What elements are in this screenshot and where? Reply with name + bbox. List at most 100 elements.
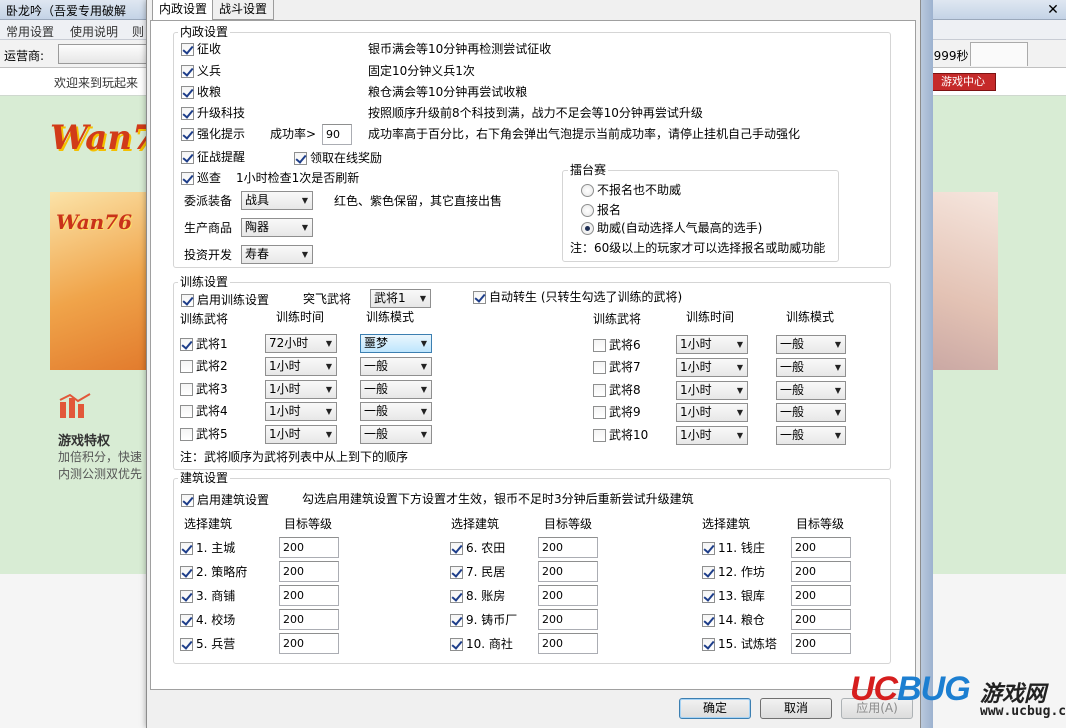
general-time-select[interactable]: 1小时 — [676, 335, 748, 354]
checkbox-tech[interactable] — [181, 107, 194, 120]
menu-help[interactable]: 使用说明 — [70, 23, 118, 40]
checkbox-building-2[interactable] — [180, 566, 193, 579]
produce-select[interactable]: 陶器 — [241, 218, 313, 237]
building-level-input[interactable]: 200 — [538, 585, 598, 606]
checkbox-war-remind[interactable] — [181, 151, 194, 164]
arena-option-signup[interactable] — [581, 204, 594, 217]
general-time-select[interactable]: 1小时 — [265, 402, 337, 421]
arena-option-cheer[interactable] — [581, 222, 594, 235]
menu-extra[interactable]: 则 — [132, 23, 144, 40]
building-level-input[interactable]: 200 — [791, 537, 851, 558]
general-time-select[interactable]: 1小时 — [676, 426, 748, 445]
checkbox-general-3[interactable] — [180, 383, 193, 396]
checkbox-building-7[interactable] — [450, 566, 463, 579]
building-level-input[interactable]: 200 — [791, 561, 851, 582]
enable-training-label: 启用训练设置 — [197, 293, 270, 307]
checkbox-general-6[interactable] — [593, 339, 606, 352]
ok-button[interactable]: 确定 — [679, 698, 751, 719]
checkbox-enable-building[interactable] — [181, 494, 194, 507]
building-level-input[interactable]: 200 — [279, 561, 339, 582]
checkbox-building-8[interactable] — [450, 590, 463, 603]
building-level-input[interactable]: 200 — [538, 561, 598, 582]
close-icon[interactable]: ✕ — [1040, 0, 1066, 20]
general-mode-select[interactable]: 一般 — [776, 335, 846, 354]
tab-battle[interactable]: 战斗设置 — [212, 0, 275, 20]
building-level-input[interactable]: 200 — [279, 633, 339, 654]
breakthrough-select[interactable]: 武将1 — [370, 289, 431, 308]
checkbox-militia[interactable] — [181, 65, 194, 78]
checkbox-building-6[interactable] — [450, 542, 463, 555]
game-banner-right[interactable] — [922, 192, 998, 370]
invest-label: 投资开发 — [184, 248, 233, 262]
checkbox-building-11[interactable] — [702, 542, 715, 555]
checkbox-building-1[interactable] — [180, 542, 193, 555]
general-mode-select[interactable]: 一般 — [776, 426, 846, 445]
general-time-select[interactable]: 1小时 — [676, 381, 748, 400]
general-mode-select[interactable]: 一般 — [776, 358, 846, 377]
general-time-select[interactable]: 1小时 — [676, 358, 748, 377]
tab-interior[interactable]: 内政设置 — [152, 0, 215, 21]
checkbox-auto-rebirth[interactable] — [473, 291, 486, 304]
invest-select[interactable]: 寿春 — [241, 245, 313, 264]
checkbox-building-13[interactable] — [702, 590, 715, 603]
general-mode-select[interactable]: 一般 — [776, 381, 846, 400]
building-label: 1. 主城 — [196, 541, 236, 555]
general-time-select[interactable]: 1小时 — [265, 380, 337, 399]
checkbox-general-2[interactable] — [180, 360, 193, 373]
checkbox-grain[interactable] — [181, 86, 194, 99]
building-level-input[interactable]: 200 — [279, 537, 339, 558]
checkbox-building-10[interactable] — [450, 638, 463, 651]
general-mode-select[interactable]: 一般 — [360, 380, 432, 399]
building-level-input[interactable]: 200 — [279, 609, 339, 630]
checkbox-building-3[interactable] — [180, 590, 193, 603]
checkbox-building-9[interactable] — [450, 614, 463, 627]
checkbox-general-4[interactable] — [180, 405, 193, 418]
building-level-input[interactable]: 200 — [279, 585, 339, 606]
general-mode-select[interactable]: 噩梦 — [360, 334, 432, 353]
general-time-select[interactable]: 72小时 — [265, 334, 337, 353]
building-level-input[interactable]: 200 — [538, 609, 598, 630]
general-time-select[interactable]: 1小时 — [676, 403, 748, 422]
general-mode-select[interactable]: 一般 — [360, 425, 432, 444]
building-level-input[interactable]: 200 — [538, 537, 598, 558]
building-level-input[interactable]: 200 — [791, 585, 851, 606]
checkbox-building-5[interactable] — [180, 638, 193, 651]
building-level-input[interactable]: 200 — [791, 609, 851, 630]
game-center-button[interactable]: 游戏中心 — [930, 73, 996, 91]
checkbox-online-reward[interactable] — [294, 152, 307, 165]
militia-desc: 固定10分钟义兵1次 — [368, 64, 475, 78]
checkbox-building-12[interactable] — [702, 566, 715, 579]
assign-equip-desc: 红色、紫色保留，其它直接出售 — [334, 194, 503, 208]
operator-select[interactable] — [58, 44, 153, 64]
checkbox-general-5[interactable] — [180, 428, 193, 441]
checkbox-building-4[interactable] — [180, 614, 193, 627]
checkbox-general-1[interactable] — [180, 338, 193, 351]
checkbox-general-7[interactable] — [593, 361, 606, 374]
assign-equip-select[interactable]: 战具 — [241, 191, 313, 210]
checkbox-collect[interactable] — [181, 43, 194, 56]
cancel-button[interactable]: 取消 — [760, 698, 832, 719]
building-label: 15. 试炼塔 — [718, 637, 777, 651]
menu-common-settings[interactable]: 常用设置 — [6, 23, 54, 40]
general-mode-select[interactable]: 一般 — [360, 357, 432, 376]
general-time-select[interactable]: 1小时 — [265, 357, 337, 376]
success-rate-input[interactable]: 90 — [322, 124, 352, 145]
building-label: 11. 钱庄 — [718, 541, 765, 555]
general-mode-select[interactable]: 一般 — [776, 403, 846, 422]
general-mode-select[interactable]: 一般 — [360, 402, 432, 421]
checkbox-enable-training[interactable] — [181, 294, 194, 307]
general-time-select[interactable]: 1小时 — [265, 425, 337, 444]
background-tab[interactable] — [970, 42, 1028, 66]
general-label: 武将1 — [196, 337, 228, 351]
checkbox-enhance[interactable] — [181, 128, 194, 141]
banner-logo: Wan76 — [56, 210, 133, 234]
checkbox-patrol[interactable] — [181, 172, 194, 185]
building-level-input[interactable]: 200 — [791, 633, 851, 654]
checkbox-general-8[interactable] — [593, 384, 606, 397]
checkbox-building-15[interactable] — [702, 638, 715, 651]
arena-option-none[interactable] — [581, 184, 594, 197]
checkbox-building-14[interactable] — [702, 614, 715, 627]
building-level-input[interactable]: 200 — [538, 633, 598, 654]
checkbox-general-10[interactable] — [593, 429, 606, 442]
checkbox-general-9[interactable] — [593, 406, 606, 419]
